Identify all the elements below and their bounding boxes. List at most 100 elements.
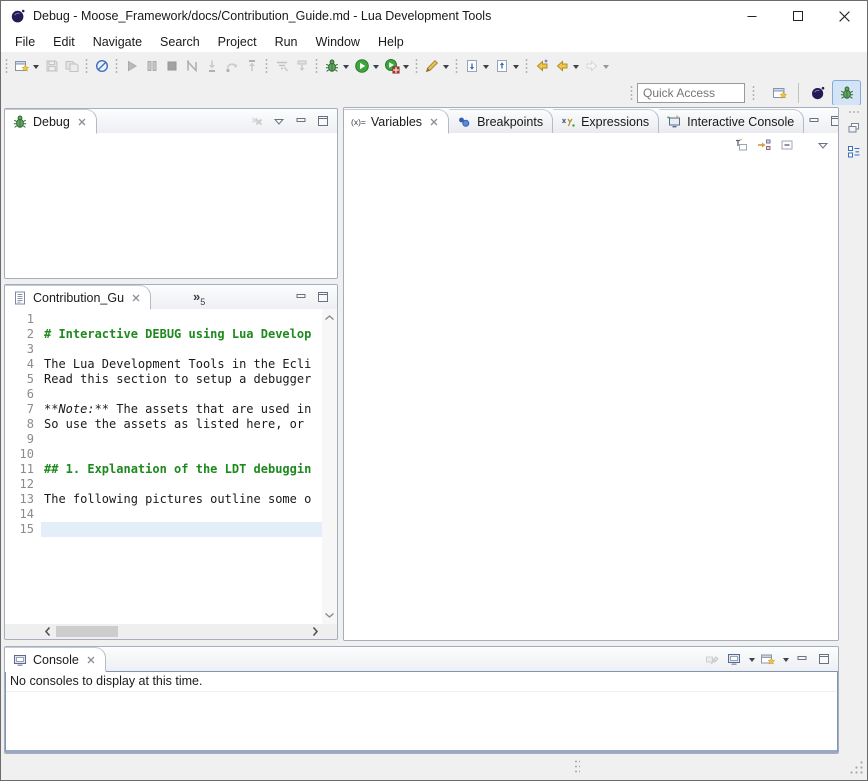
close-tab-icon[interactable]	[86, 655, 96, 665]
toolbar-grip[interactable]	[114, 58, 119, 74]
toolbar-grip[interactable]	[4, 58, 9, 74]
save-button[interactable]	[42, 55, 62, 77]
line-number[interactable]: 9	[5, 432, 41, 447]
dropdown-arrow-icon[interactable]	[783, 658, 789, 665]
minimize-button[interactable]	[804, 112, 824, 130]
remove-all-terminated-button[interactable]	[247, 112, 267, 130]
code-line[interactable]: ## 1. Explanation of the LDT debuggin	[41, 462, 322, 477]
dropdown-arrow-icon[interactable]	[443, 65, 449, 72]
line-number[interactable]: 3	[5, 342, 41, 357]
code-line[interactable]: Read this section to setup a debugger	[41, 372, 322, 387]
run-button[interactable]	[352, 55, 382, 77]
menu-help[interactable]: Help	[369, 33, 413, 51]
view-bar-grip[interactable]	[847, 110, 861, 115]
next-annotation-button[interactable]	[462, 55, 492, 77]
menu-project[interactable]: Project	[209, 33, 266, 51]
window-close-button[interactable]	[821, 1, 867, 31]
dropdown-arrow-icon[interactable]	[573, 65, 579, 72]
skip-all-breakpoints-button[interactable]	[92, 55, 112, 77]
step-return-button[interactable]	[242, 55, 262, 77]
tab-breakpoints[interactable]: Breakpoints	[449, 109, 553, 133]
dropdown-arrow-icon[interactable]	[403, 65, 409, 72]
menu-run[interactable]: Run	[266, 33, 307, 51]
terminate-button[interactable]	[162, 55, 182, 77]
tab-debug[interactable]: Debug	[5, 109, 97, 134]
maximize-button[interactable]	[313, 112, 333, 130]
step-into-button[interactable]	[202, 55, 222, 77]
tab-console[interactable]: Console	[5, 647, 106, 672]
dropdown-arrow-icon[interactable]	[483, 65, 489, 72]
view-menu-button[interactable]	[269, 112, 289, 130]
dropdown-arrow-icon[interactable]	[33, 65, 39, 72]
menu-file[interactable]: File	[6, 33, 44, 51]
minimize-button[interactable]	[291, 288, 311, 306]
horizontal-scrollbar[interactable]	[41, 624, 322, 639]
previous-annotation-button[interactable]	[492, 55, 522, 77]
line-number[interactable]: 11	[5, 462, 41, 477]
tab-variables[interactable]: (x)=Variables	[344, 109, 449, 134]
code-line[interactable]	[41, 477, 322, 492]
statusbar-drag-handle[interactable]	[574, 759, 580, 775]
scrollbar-thumb[interactable]	[56, 626, 118, 637]
open-console-button[interactable]	[758, 650, 778, 668]
line-number[interactable]: 12	[5, 477, 41, 492]
outline-view-button[interactable]	[844, 143, 864, 161]
view-menu-button[interactable]	[813, 136, 833, 154]
menu-navigate[interactable]: Navigate	[84, 33, 151, 51]
toolbar-grip[interactable]	[314, 58, 319, 74]
window-minimize-button[interactable]	[729, 1, 775, 31]
menu-search[interactable]: Search	[151, 33, 209, 51]
code-line[interactable]: # Interactive DEBUG using Lua Develop	[41, 327, 322, 342]
last-edit-location-button[interactable]	[532, 55, 552, 77]
perspective-debug-button[interactable]	[832, 80, 861, 106]
dropdown-arrow-icon[interactable]	[603, 65, 609, 72]
dropdown-arrow-icon[interactable]	[343, 65, 349, 72]
toolbar-grip[interactable]	[414, 58, 419, 74]
scroll-right-icon[interactable]	[311, 626, 319, 640]
dropdown-arrow-icon[interactable]	[749, 658, 755, 665]
line-number-ruler[interactable]: 123456789101112131415	[5, 309, 41, 624]
quick-access-input[interactable]	[637, 83, 745, 103]
dropdown-arrow-icon[interactable]	[513, 65, 519, 72]
code-area[interactable]: # Interactive DEBUG using Lua Develop The…	[41, 309, 322, 624]
line-number[interactable]: 13	[5, 492, 41, 507]
line-number[interactable]: 7	[5, 402, 41, 417]
maximize-button[interactable]	[313, 288, 333, 306]
code-line[interactable]: **Note:** The assets that are used in	[41, 402, 322, 417]
save-all-button[interactable]	[62, 55, 82, 77]
window-resize-grip[interactable]	[850, 761, 864, 778]
line-number[interactable]: 15	[5, 522, 41, 537]
minimize-button[interactable]	[792, 650, 812, 668]
new-wizard-button[interactable]	[12, 55, 42, 77]
suspend-button[interactable]	[142, 55, 162, 77]
line-number[interactable]: 10	[5, 447, 41, 462]
debug-button[interactable]	[322, 55, 352, 77]
scroll-left-icon[interactable]	[44, 626, 52, 640]
line-number[interactable]: 8	[5, 417, 41, 432]
code-line[interactable]: The Lua Development Tools in the Ecli	[41, 357, 322, 372]
disconnect-button[interactable]	[182, 55, 202, 77]
scroll-down-icon[interactable]	[324, 608, 335, 622]
toolbar-grip[interactable]	[454, 58, 459, 74]
vertical-scrollbar[interactable]	[322, 309, 337, 624]
external-tools-button[interactable]	[422, 55, 452, 77]
scroll-up-icon[interactable]	[324, 311, 335, 325]
code-line[interactable]	[41, 522, 322, 537]
line-number[interactable]: 5	[5, 372, 41, 387]
code-line[interactable]	[41, 342, 322, 357]
tab-expressions[interactable]: Expressions	[553, 109, 659, 133]
line-number[interactable]: 4	[5, 357, 41, 372]
maximize-button[interactable]	[814, 650, 834, 668]
perspective-ldt-button[interactable]	[803, 80, 832, 106]
window-maximize-button[interactable]	[775, 1, 821, 31]
code-line[interactable]	[41, 432, 322, 447]
show-type-names-button[interactable]	[731, 136, 751, 154]
step-over-button[interactable]	[222, 55, 242, 77]
minimize-button[interactable]	[291, 112, 311, 130]
code-line[interactable]: So use the assets as listed here, or	[41, 417, 322, 432]
coverage-button[interactable]	[382, 55, 412, 77]
close-tab-icon[interactable]	[429, 117, 439, 127]
display-selected-console-button[interactable]	[724, 650, 744, 668]
tab-contribution-gu[interactable]: Contribution_Gu	[5, 285, 151, 310]
toolbar-grip[interactable]	[264, 58, 269, 74]
